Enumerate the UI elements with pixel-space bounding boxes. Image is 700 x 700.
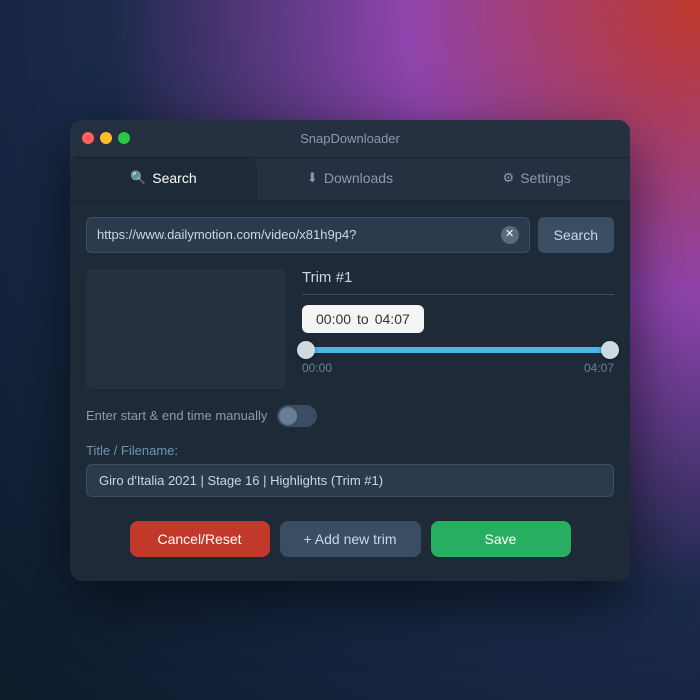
- tab-downloads-label: Downloads: [324, 170, 393, 186]
- clear-url-button[interactable]: ✕: [501, 226, 519, 244]
- trim-slider[interactable]: [302, 347, 614, 353]
- cancel-reset-button[interactable]: Cancel/Reset: [130, 521, 270, 557]
- url-input[interactable]: [97, 227, 501, 242]
- filename-section: Title / Filename:: [86, 443, 614, 497]
- main-content: ✕ Search Trim #1 00:00 to 04:07: [70, 201, 630, 581]
- search-tab-icon: 🔍: [130, 170, 146, 186]
- time-labels: 00:00 04:07: [302, 361, 614, 375]
- tab-search-label: Search: [152, 170, 196, 186]
- trim-start-time: 00:00: [316, 311, 351, 327]
- filename-label: Title / Filename:: [86, 443, 614, 458]
- filename-input[interactable]: [86, 464, 614, 497]
- search-button[interactable]: Search: [538, 217, 614, 253]
- tab-settings[interactable]: ⚙ Settings: [443, 158, 630, 200]
- video-thumbnail: [86, 269, 286, 389]
- manual-toggle-switch[interactable]: [277, 405, 317, 427]
- manual-toggle-label: Enter start & end time manually: [86, 408, 267, 423]
- tab-settings-label: Settings: [520, 170, 571, 186]
- tab-bar: 🔍 Search ⬇ Downloads ⚙ Settings: [70, 158, 630, 201]
- time-label-start: 00:00: [302, 361, 332, 375]
- tab-search[interactable]: 🔍 Search: [70, 158, 257, 200]
- add-trim-button[interactable]: + Add new trim: [280, 521, 421, 557]
- titlebar: SnapDownloader: [70, 120, 630, 158]
- slider-thumb-left[interactable]: [297, 341, 315, 359]
- traffic-lights: [82, 132, 130, 144]
- minimize-button[interactable]: [100, 132, 112, 144]
- time-label-end: 04:07: [584, 361, 614, 375]
- slider-thumb-right[interactable]: [601, 341, 619, 359]
- downloads-tab-icon: ⬇: [307, 170, 318, 186]
- window-title: SnapDownloader: [300, 131, 400, 146]
- toggle-knob: [279, 407, 297, 425]
- trim-panel: Trim #1 00:00 to 04:07 00:00 04:07: [302, 269, 614, 389]
- slider-track: [306, 347, 610, 353]
- slider-fill: [306, 347, 610, 353]
- tab-downloads[interactable]: ⬇ Downloads: [257, 158, 444, 200]
- settings-tab-icon: ⚙: [503, 170, 515, 186]
- bottom-buttons: Cancel/Reset + Add new trim Save: [86, 521, 614, 565]
- manual-toggle-row: Enter start & end time manually: [86, 405, 614, 427]
- app-window: SnapDownloader 🔍 Search ⬇ Downloads ⚙ Se…: [70, 120, 630, 581]
- time-display: 00:00 to 04:07: [302, 305, 424, 333]
- save-button[interactable]: Save: [431, 521, 571, 557]
- trim-end-time: 04:07: [375, 311, 410, 327]
- maximize-button[interactable]: [118, 132, 130, 144]
- close-button[interactable]: [82, 132, 94, 144]
- search-bar: ✕ Search: [86, 217, 614, 253]
- url-input-wrapper: ✕: [86, 217, 530, 253]
- trim-to-label: to: [357, 311, 369, 327]
- main-area: Trim #1 00:00 to 04:07 00:00 04:07: [86, 269, 614, 389]
- trim-title: Trim #1: [302, 269, 614, 295]
